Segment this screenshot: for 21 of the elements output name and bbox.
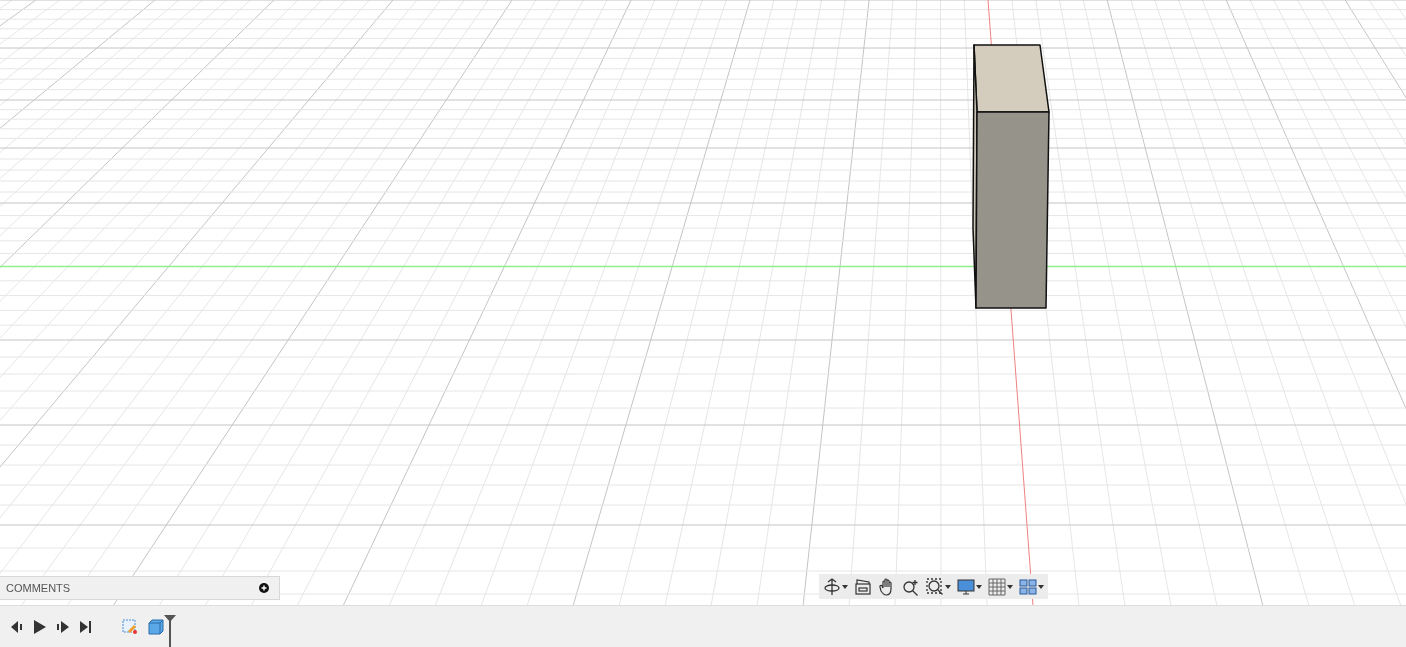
skip-to-end-button[interactable] <box>80 620 92 633</box>
timeline-marker-icon[interactable] <box>164 614 176 647</box>
extrude-feature-button[interactable] <box>148 618 164 635</box>
previous-step-button[interactable] <box>10 620 24 633</box>
viewports-button[interactable] <box>1019 578 1044 595</box>
zoom-button[interactable] <box>902 577 920 596</box>
display-settings-button[interactable] <box>957 578 982 595</box>
look-at-button[interactable] <box>854 578 872 595</box>
sketch-feature-button[interactable] <box>122 618 138 635</box>
comments-title: COMMENTS <box>6 582 71 595</box>
add-comment-button[interactable] <box>259 583 269 594</box>
caret-icon <box>945 584 951 589</box>
play-button[interactable] <box>34 619 46 634</box>
orbit-button[interactable] <box>823 577 848 596</box>
caret-icon <box>1007 584 1013 589</box>
caret-icon <box>1038 584 1044 589</box>
fit-button[interactable] <box>926 577 951 596</box>
caret-icon <box>842 584 848 589</box>
grid-settings-button[interactable] <box>988 577 1013 596</box>
caret-icon <box>976 584 982 589</box>
next-step-button[interactable] <box>56 620 70 633</box>
